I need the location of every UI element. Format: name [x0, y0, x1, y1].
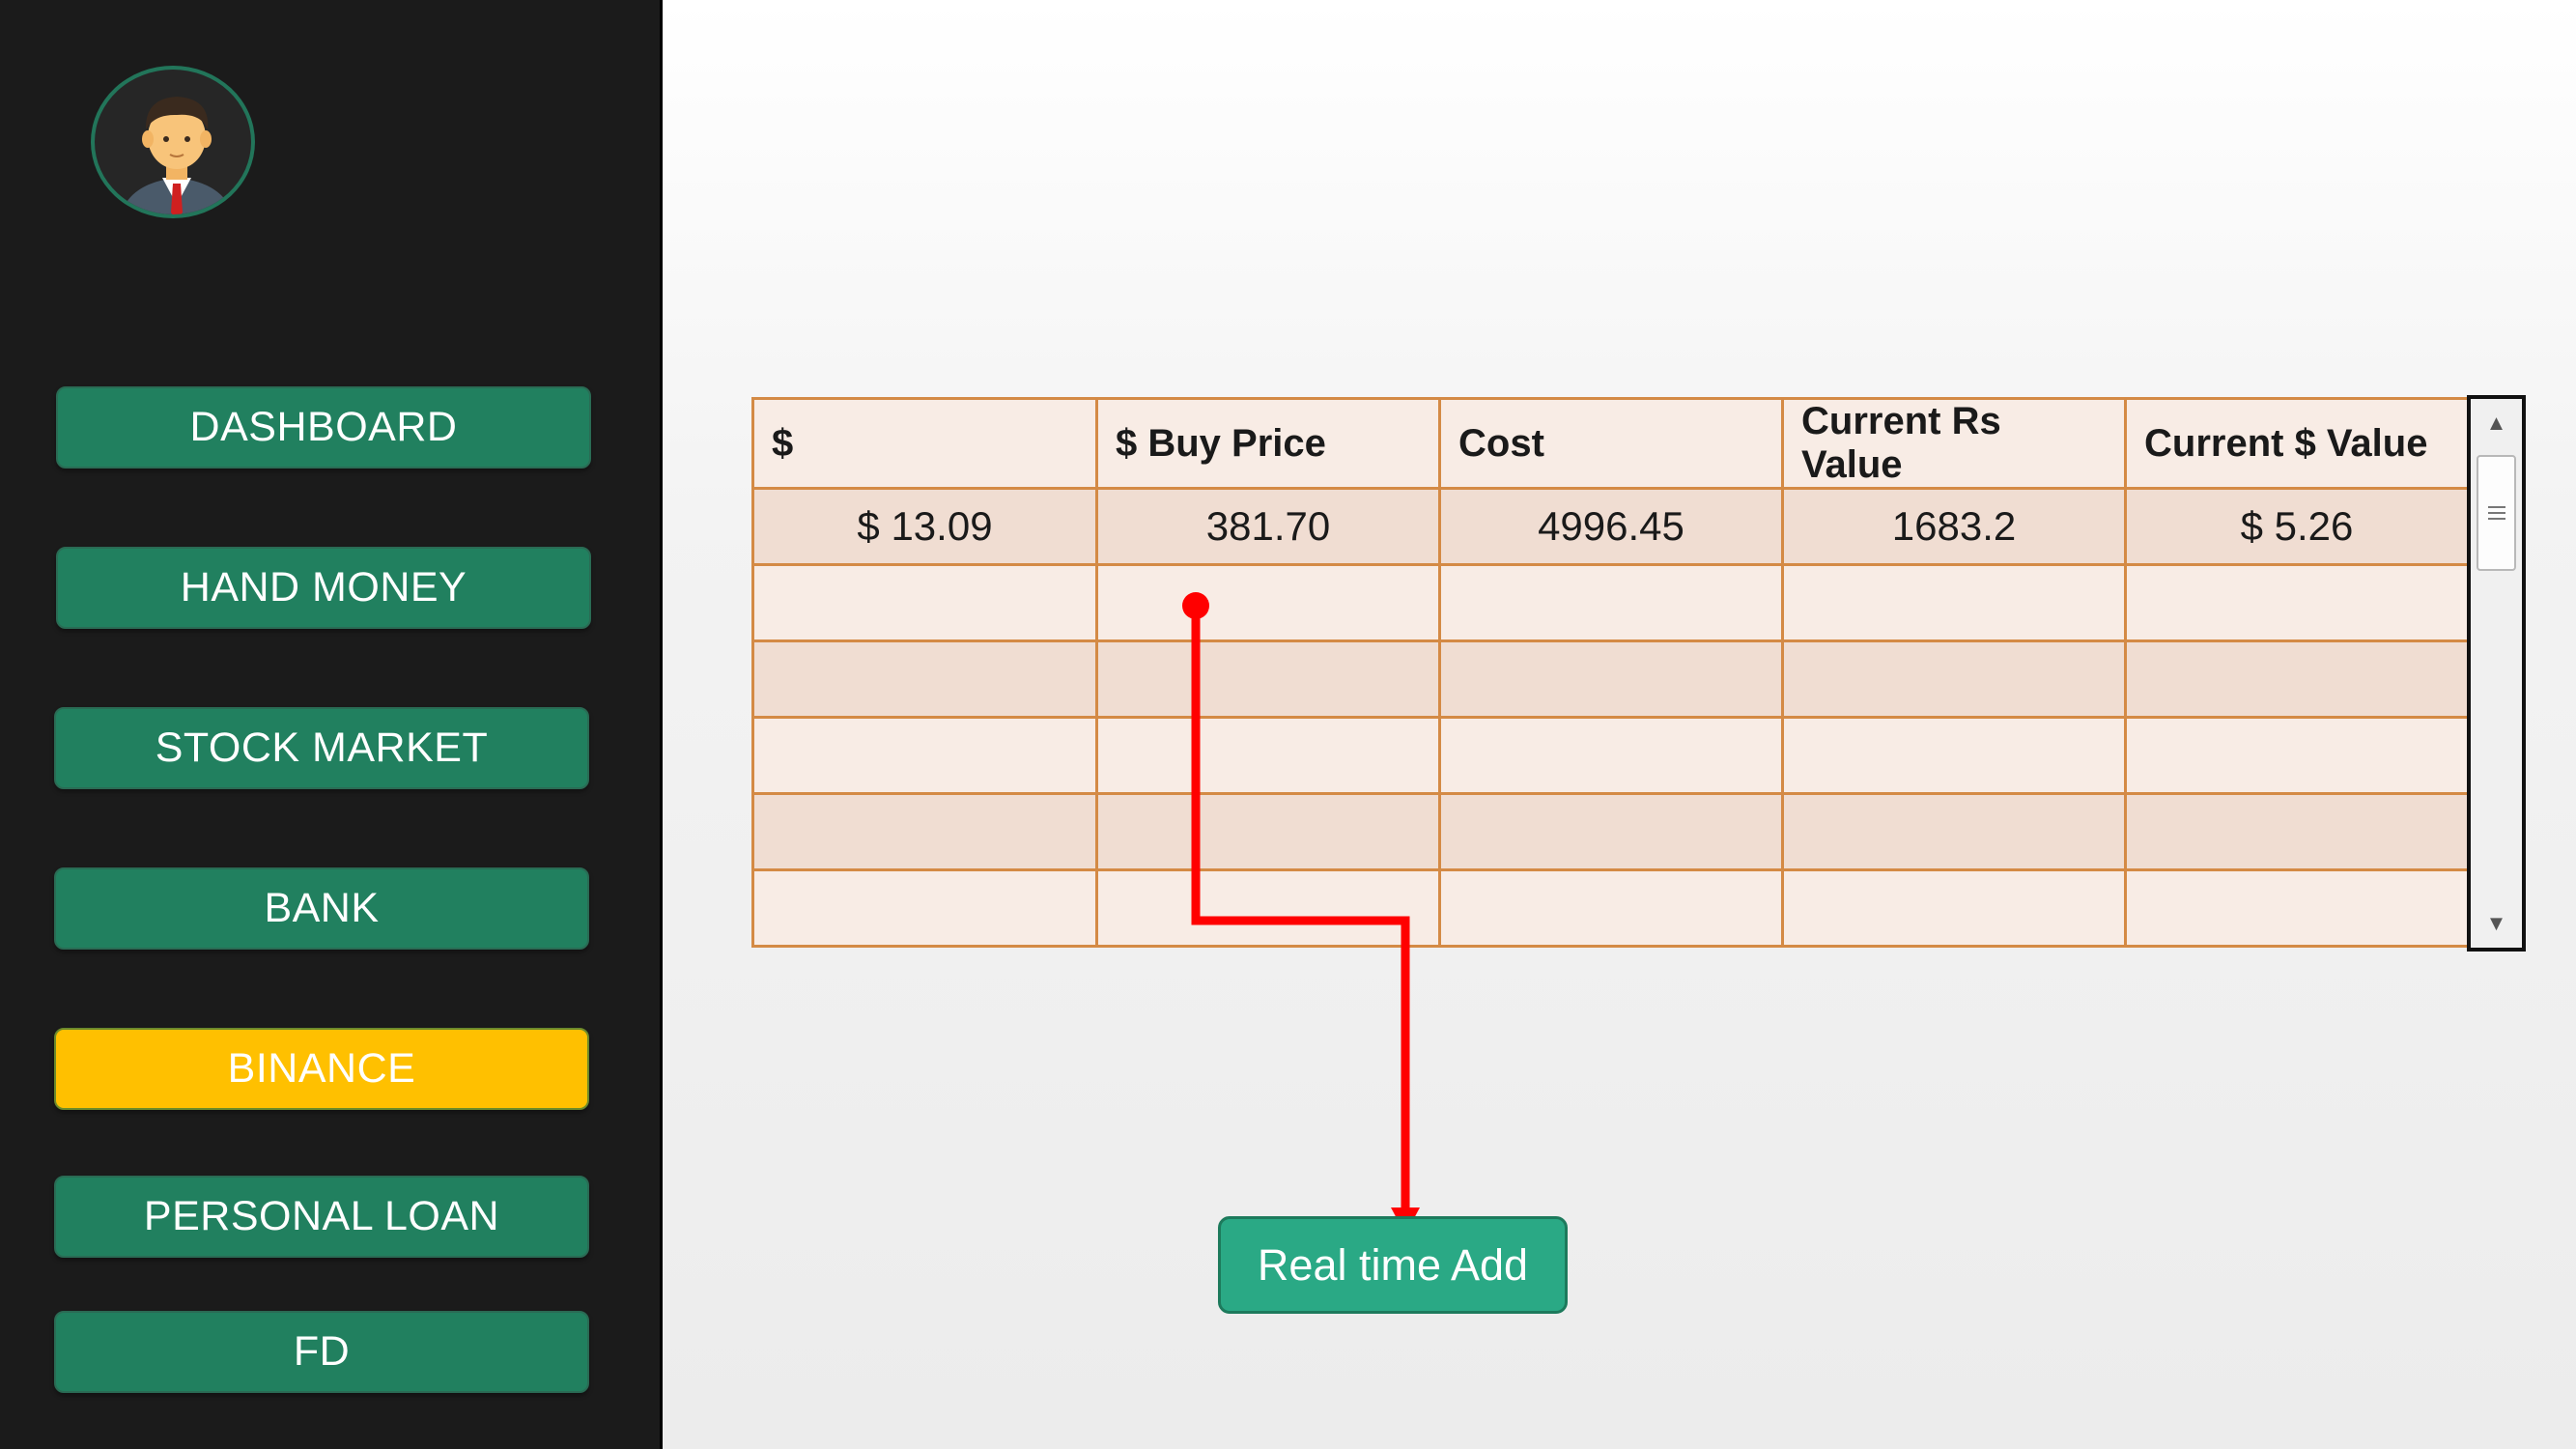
nav-bank-button[interactable]: BANK — [54, 867, 589, 950]
scroll-up-arrow-icon[interactable]: ▲ — [2471, 399, 2522, 447]
nav-stock-market-button[interactable]: STOCK MARKET — [54, 707, 589, 789]
table-cell[interactable] — [2124, 563, 2470, 642]
table-cell[interactable] — [1781, 563, 2127, 642]
header-current-rs-value: Current Rs Value — [1781, 397, 2127, 490]
table-cell[interactable]: 381.70 — [1095, 487, 1441, 566]
table-row — [751, 639, 2470, 719]
table-cell[interactable] — [2124, 716, 2470, 795]
table-cell[interactable] — [751, 792, 1098, 871]
table-cell[interactable] — [1438, 868, 1784, 948]
table-cell[interactable] — [1438, 639, 1784, 719]
vertical-scrollbar[interactable]: ▲ ▼ — [2467, 395, 2526, 952]
grip-icon — [2487, 502, 2505, 524]
table-cell[interactable] — [751, 639, 1098, 719]
table-cell[interactable] — [1438, 792, 1784, 871]
table-header-row: $ $ Buy Price Cost Current Rs Value Curr… — [751, 397, 2470, 490]
table-cell[interactable] — [1781, 868, 2127, 948]
header-current-dollar-value: Current $ Value — [2124, 397, 2470, 490]
user-avatar[interactable] — [91, 66, 255, 218]
binance-table: $ $ Buy Price Cost Current Rs Value Curr… — [751, 397, 2470, 948]
scroll-thumb[interactable] — [2477, 455, 2516, 571]
person-icon — [121, 97, 233, 214]
nav-dashboard-button[interactable]: DASHBOARD — [56, 386, 591, 469]
nav-personal-loan-button[interactable]: PERSONAL LOAN — [54, 1176, 589, 1258]
sidebar: DASHBOARD HAND MONEY STOCK MARKET BANK B… — [0, 0, 663, 1449]
real-time-add-button[interactable]: Real time Add — [1218, 1216, 1568, 1314]
nav-binance-button[interactable]: BINANCE — [54, 1028, 589, 1110]
table-cell[interactable] — [751, 868, 1098, 948]
table-cell[interactable] — [1781, 639, 2127, 719]
table-cell[interactable] — [1438, 563, 1784, 642]
table-cell[interactable] — [1781, 716, 2127, 795]
table-cell[interactable]: $ 5.26 — [2124, 487, 2470, 566]
table-row — [751, 792, 2470, 871]
table-cell[interactable] — [1438, 716, 1784, 795]
table-cell[interactable] — [751, 563, 1098, 642]
table-cell[interactable] — [1781, 792, 2127, 871]
table-cell[interactable] — [2124, 639, 2470, 719]
table-cell[interactable] — [1095, 563, 1441, 642]
table-cell[interactable]: 4996.45 — [1438, 487, 1784, 566]
table-cell[interactable] — [1095, 792, 1441, 871]
table-cell[interactable] — [2124, 792, 2470, 871]
nav-hand-money-button[interactable]: HAND MONEY — [56, 547, 591, 629]
header-buy-price: $ Buy Price — [1095, 397, 1441, 490]
nav-fd-button[interactable]: FD — [54, 1311, 589, 1393]
header-cost: Cost — [1438, 397, 1784, 490]
table-cell[interactable]: $ 13.09 — [751, 487, 1098, 566]
table-row: $ 13.09 381.70 4996.45 1683.2 $ 5.26 — [751, 487, 2470, 566]
scroll-down-arrow-icon[interactable]: ▼ — [2471, 899, 2522, 948]
table-cell[interactable]: 1683.2 — [1781, 487, 2127, 566]
table-row — [751, 563, 2470, 642]
table-row — [751, 868, 2470, 948]
table-cell[interactable] — [1095, 716, 1441, 795]
table-cell[interactable] — [751, 716, 1098, 795]
table-cell[interactable] — [2124, 868, 2470, 948]
table-cell[interactable] — [1095, 639, 1441, 719]
table-cell[interactable] — [1095, 868, 1441, 948]
table-row — [751, 716, 2470, 795]
header-dollar: $ — [751, 397, 1098, 490]
